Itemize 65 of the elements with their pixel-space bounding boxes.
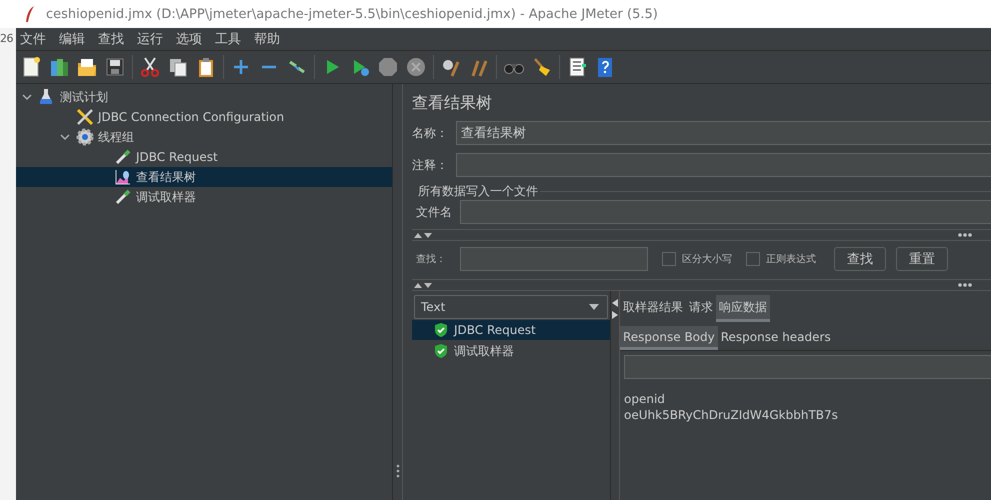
- background-text: 26: [0, 32, 14, 45]
- search-label: 查找：: [416, 252, 446, 266]
- field-label: 注释：: [412, 156, 444, 174]
- tree-item[interactable]: 查看结果树: [16, 167, 392, 187]
- text-field[interactable]: 查看结果树: [456, 121, 991, 145]
- tab[interactable]: Response Body: [620, 326, 718, 350]
- button[interactable]: 重置: [896, 247, 948, 271]
- tree-item[interactable]: JDBC Connection Configuration: [16, 107, 392, 127]
- more-dots-icon[interactable]: [957, 282, 973, 288]
- response-text: oeUhk5BRyChDruZIdW4GkbbhTB7s: [624, 407, 839, 423]
- grip-icon[interactable]: [396, 464, 400, 478]
- stop-icon[interactable]: [377, 56, 399, 78]
- tree-item[interactable]: 调试取样器: [16, 187, 392, 207]
- tab[interactable]: Response headers: [718, 326, 834, 350]
- result-item[interactable]: JDBC Request: [412, 320, 610, 340]
- books-icon[interactable]: [48, 56, 70, 78]
- tree-item[interactable]: 线程组: [16, 127, 392, 147]
- folder-icon[interactable]: [76, 56, 98, 78]
- chart-icon: [114, 168, 132, 186]
- menu-item[interactable]: 编辑: [59, 30, 85, 48]
- menu-item[interactable]: 帮助: [254, 30, 280, 48]
- checkbox[interactable]: [746, 252, 760, 266]
- chevron-down-icon[interactable]: [60, 132, 70, 142]
- collapse-arrows-icon[interactable]: [412, 231, 434, 239]
- pipette-icon: [114, 148, 132, 166]
- tree-item[interactable]: 测试计划: [16, 87, 392, 107]
- gear-icon: [76, 128, 94, 146]
- result-item[interactable]: 调试取样器: [412, 341, 610, 361]
- collapse-arrows-icon[interactable]: [412, 281, 434, 289]
- menu-item[interactable]: 文件: [20, 30, 46, 48]
- tree-item[interactable]: JDBC Request: [16, 147, 392, 167]
- search-field[interactable]: [460, 247, 648, 271]
- checkbox-label: 区分大小写: [682, 252, 732, 266]
- chevron-down-icon[interactable]: [22, 92, 32, 102]
- group-title: 所有数据写入一个文件: [418, 183, 538, 200]
- shutdown-icon[interactable]: [405, 56, 427, 78]
- text-field[interactable]: [460, 200, 991, 224]
- pipette-icon: [114, 188, 132, 206]
- field-label: 名称：: [412, 124, 444, 142]
- feather-icon: [24, 5, 36, 23]
- wrench-screwdriver-icon: [76, 108, 94, 126]
- menu-item[interactable]: 工具: [215, 30, 241, 48]
- scissors-icon[interactable]: [139, 56, 161, 78]
- text-field[interactable]: [456, 153, 991, 177]
- tab[interactable]: 取样器结果: [620, 295, 686, 322]
- window-title: ceshiopenid.jmx (D:\APP\jmeter\apache-jmeter-5.5\bin\ceshiopenid.jmx) - Apache JMeter (5.5): [46, 6, 658, 22]
- checkbox-label: 正则表达式: [766, 252, 816, 266]
- panel-title: 查看结果树: [412, 93, 493, 114]
- tab[interactable]: 响应数据: [716, 295, 770, 322]
- copy-icon[interactable]: [167, 56, 189, 78]
- tab[interactable]: 请求: [686, 295, 716, 322]
- renderer-dropdown[interactable]: Text: [414, 295, 608, 319]
- collapse-left-arrow-icon[interactable]: [612, 299, 618, 307]
- dropdown-arrow-icon: [589, 304, 599, 310]
- menu-item[interactable]: 运行: [137, 30, 163, 48]
- search-field[interactable]: [624, 355, 991, 379]
- more-dots-icon[interactable]: [957, 232, 973, 238]
- response-text: openid: [624, 391, 666, 407]
- field-label: 文件名: [416, 204, 448, 220]
- broom-icon[interactable]: [531, 56, 553, 78]
- menu-item[interactable]: 查找: [98, 30, 124, 48]
- checkbox[interactable]: [662, 252, 676, 266]
- button[interactable]: 查找: [834, 247, 886, 271]
- menu-item[interactable]: 选项: [176, 30, 202, 48]
- expand-right-arrow-icon[interactable]: [612, 311, 618, 319]
